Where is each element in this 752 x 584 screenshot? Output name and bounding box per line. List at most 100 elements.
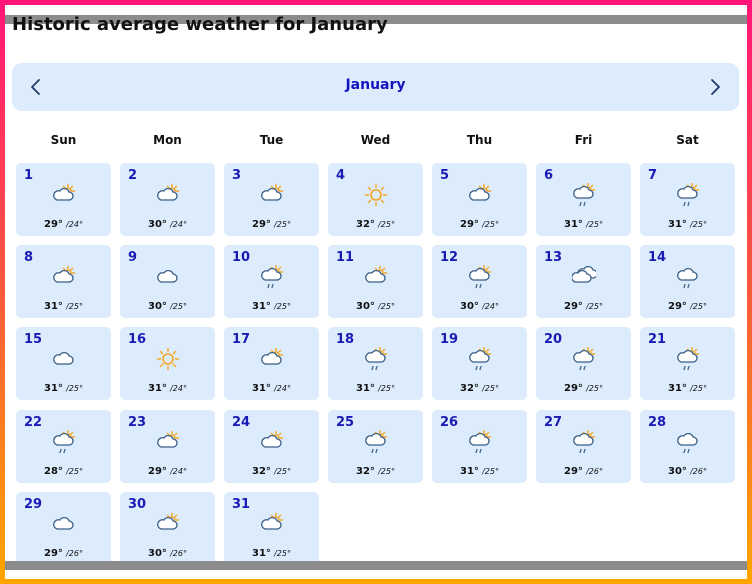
high-temperature: 29° [564, 383, 583, 394]
day-cell-1[interactable]: 1 29° /24° [16, 163, 111, 236]
weekday-label-thu: Thu [466, 133, 493, 147]
day-number: 13 [544, 250, 563, 265]
temperature-range: 29° /26° [536, 466, 631, 477]
day-cell-5[interactable]: 5 29° /25° [432, 163, 527, 236]
partly-cloudy-rain-icon [364, 429, 388, 454]
overcast-icon [571, 265, 598, 289]
day-number: 10 [232, 250, 251, 265]
day-cell-10[interactable]: 10 31° /25° [224, 245, 319, 318]
high-temperature: 31° [668, 219, 687, 230]
high-temperature: 29° [460, 219, 479, 230]
weekday-label-sun: Sun [50, 133, 77, 147]
day-cell-21[interactable]: 21 31° /25° [640, 327, 735, 400]
day-cell-28[interactable]: 28 30° /26° [640, 410, 735, 483]
high-temperature: 29° [44, 219, 63, 230]
high-temperature: 32° [356, 219, 375, 230]
low-temperature: /26° [586, 467, 603, 476]
day-cell-26[interactable]: 26 31° /25° [432, 410, 527, 483]
weekday-label-mon: Mon [153, 133, 182, 147]
partly-cloudy-rain-icon [676, 182, 700, 207]
weekday-label-fri: Fri [574, 133, 593, 147]
high-temperature: 29° [564, 466, 583, 477]
low-temperature: /25° [274, 302, 291, 311]
temperature-range: 31° /25° [16, 383, 111, 394]
temperature-range: 29° /25° [640, 301, 735, 312]
low-temperature: /25° [586, 220, 603, 229]
day-cell-8[interactable]: 8 31° /25° [16, 245, 111, 318]
day-number: 29 [24, 497, 43, 512]
high-temperature: 31° [252, 301, 271, 312]
high-temperature: 30° [148, 301, 167, 312]
day-cell-15[interactable]: 15 31° /25° [16, 327, 111, 400]
day-cell-25[interactable]: 25 32° /25° [328, 410, 423, 483]
day-cell-23[interactable]: 23 29° /24° [120, 410, 215, 483]
low-temperature: /25° [274, 549, 291, 558]
day-cell-19[interactable]: 19 32° /25° [432, 327, 527, 400]
day-cell-16[interactable]: 16 31° /24° [120, 327, 215, 400]
low-temperature: /25° [170, 302, 187, 311]
high-temperature: 30° [148, 548, 167, 559]
low-temperature: /25° [690, 384, 707, 393]
high-temperature: 30° [668, 466, 687, 477]
day-cell-12[interactable]: 12 30° /24° [432, 245, 527, 318]
temperature-range: 29° /26° [16, 548, 111, 559]
day-cell-24[interactable]: 24 32° /25° [224, 410, 319, 483]
day-cell-7[interactable]: 7 31° /25° [640, 163, 735, 236]
day-cell-22[interactable]: 22 28° /25° [16, 410, 111, 483]
day-cell-6[interactable]: 6 31° /25° [536, 163, 631, 236]
day-cell-29[interactable]: 29 29° /26° [16, 492, 111, 565]
weekday-label-sat: Sat [676, 133, 699, 147]
day-number: 27 [544, 415, 563, 430]
high-temperature: 31° [44, 383, 63, 394]
day-cell-18[interactable]: 18 31° /25° [328, 327, 423, 400]
sunny-icon [364, 183, 388, 207]
day-cell-13[interactable]: 13 29° /25° [536, 245, 631, 318]
month-navigation-bar: January [12, 63, 739, 111]
cloudy-icon [156, 265, 180, 289]
day-cell-9[interactable]: 9 30° /25° [120, 245, 215, 318]
temperature-range: 29° /25° [224, 219, 319, 230]
day-cell-31[interactable]: 31 31° /25° [224, 492, 319, 565]
temperature-range: 32° /25° [328, 466, 423, 477]
low-temperature: /25° [378, 467, 395, 476]
partly-cloudy-rain-icon [52, 429, 76, 454]
day-number: 28 [648, 415, 667, 430]
partly-cloudy-icon [260, 430, 284, 454]
day-number: 25 [336, 415, 355, 430]
partly-cloudy-icon [52, 265, 76, 289]
day-number: 14 [648, 250, 667, 265]
low-temperature: /25° [690, 220, 707, 229]
day-cell-27[interactable]: 27 29° /26° [536, 410, 631, 483]
cloudy-rain-icon [676, 430, 700, 454]
day-cell-14[interactable]: 14 29° /25° [640, 245, 735, 318]
low-temperature: /25° [274, 467, 291, 476]
day-cell-4[interactable]: 4 32° /25° [328, 163, 423, 236]
day-cell-11[interactable]: 11 30° /25° [328, 245, 423, 318]
day-number: 11 [336, 250, 355, 265]
low-temperature: /24° [66, 220, 83, 229]
partly-cloudy-rain-icon [572, 182, 596, 207]
temperature-range: 29° /25° [432, 219, 527, 230]
day-number: 5 [440, 168, 450, 183]
chevron-right-icon [711, 79, 720, 95]
day-cell-30[interactable]: 30 30° /26° [120, 492, 215, 565]
day-cell-2[interactable]: 2 30° /24° [120, 163, 215, 236]
low-temperature: /24° [274, 384, 291, 393]
high-temperature: 32° [252, 466, 271, 477]
day-cell-17[interactable]: 17 31° /24° [224, 327, 319, 400]
day-number: 6 [544, 168, 554, 183]
temperature-range: 31° /25° [536, 219, 631, 230]
high-temperature: 29° [668, 301, 687, 312]
next-month-button[interactable] [703, 75, 727, 99]
partly-cloudy-rain-icon [676, 346, 700, 371]
partly-cloudy-rain-icon [468, 346, 492, 371]
day-cell-20[interactable]: 20 29° /25° [536, 327, 631, 400]
partly-cloudy-icon [52, 183, 76, 207]
low-temperature: /25° [586, 302, 603, 311]
temperature-range: 30° /25° [328, 301, 423, 312]
temperature-range: 30° /24° [432, 301, 527, 312]
low-temperature: /25° [482, 384, 499, 393]
day-cell-3[interactable]: 3 29° /25° [224, 163, 319, 236]
day-number: 15 [24, 332, 43, 347]
temperature-range: 28° /25° [16, 466, 111, 477]
